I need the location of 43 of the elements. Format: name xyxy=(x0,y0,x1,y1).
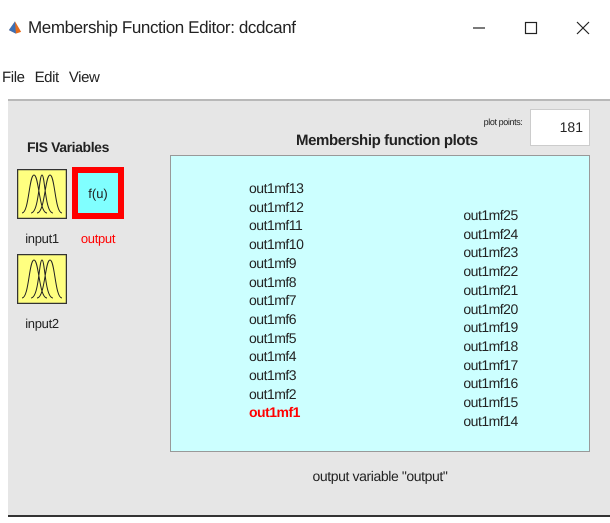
mf-label[interactable]: out1mf2 xyxy=(249,384,304,404)
mf-label[interactable]: out1mf5 xyxy=(249,328,304,348)
mf-label[interactable]: out1mf19 xyxy=(463,318,518,337)
mf-label[interactable]: out1mf13 xyxy=(249,179,304,198)
menu-item[interactable]: View xyxy=(68,68,100,86)
mf-label[interactable]: out1mf8 xyxy=(249,272,304,292)
mf-label[interactable]: out1mf4 xyxy=(249,347,304,366)
mf-label[interactable]: out1mf20 xyxy=(463,300,518,318)
mf-label[interactable]: out1mf6 xyxy=(249,310,304,329)
mf-label[interactable]: out1mf11 xyxy=(249,216,304,236)
mf-label[interactable]: out1mf21 xyxy=(463,280,518,300)
mf-label[interactable]: out1mf12 xyxy=(249,198,304,216)
membership-curves-icon[interactable] xyxy=(17,254,67,304)
menu-item[interactable]: File xyxy=(2,68,25,86)
mf-label[interactable]: out1mf18 xyxy=(463,336,518,356)
mf-label[interactable]: out1mf16 xyxy=(463,374,518,394)
mf-label[interactable]: out1mf23 xyxy=(463,243,518,262)
membership-curves-icon[interactable] xyxy=(17,169,67,219)
mf-label[interactable]: out1mf10 xyxy=(249,235,304,254)
mf-label[interactable]: out1mf1 xyxy=(249,403,304,422)
plot-points-label: plot points: xyxy=(484,117,522,127)
window-title: Membership Function Editor: dcdcanf xyxy=(28,18,296,38)
mf-label[interactable]: out1mf24 xyxy=(463,224,518,244)
maximize-icon[interactable] xyxy=(524,20,538,34)
variable-label: input2 xyxy=(25,316,59,331)
mf-label[interactable]: out1mf7 xyxy=(249,291,304,310)
variable-label: input1 xyxy=(25,231,59,246)
menu-item[interactable]: Edit xyxy=(34,68,59,86)
close-icon[interactable] xyxy=(576,20,590,34)
variable-label: output xyxy=(80,231,116,246)
plot-points-field[interactable]: 181 xyxy=(530,109,590,146)
mf-label[interactable]: out1mf9 xyxy=(249,254,304,273)
mf-label[interactable]: out1mf15 xyxy=(463,393,518,412)
mf-label[interactable]: out1mf25 xyxy=(463,206,518,225)
mf-label[interactable]: out1mf22 xyxy=(463,262,518,281)
mf-label[interactable]: out1mf17 xyxy=(463,356,518,374)
plot-caption: output variable "output" xyxy=(312,468,448,484)
mf-label[interactable]: out1mf14 xyxy=(463,412,518,430)
app-logo-icon xyxy=(8,19,22,36)
fis-variables-title: FIS Variables xyxy=(27,139,110,155)
function-box-icon[interactable]: f(u) xyxy=(72,167,124,219)
plot-title: Membership function plots xyxy=(296,132,478,149)
mf-label[interactable]: out1mf3 xyxy=(249,366,304,385)
